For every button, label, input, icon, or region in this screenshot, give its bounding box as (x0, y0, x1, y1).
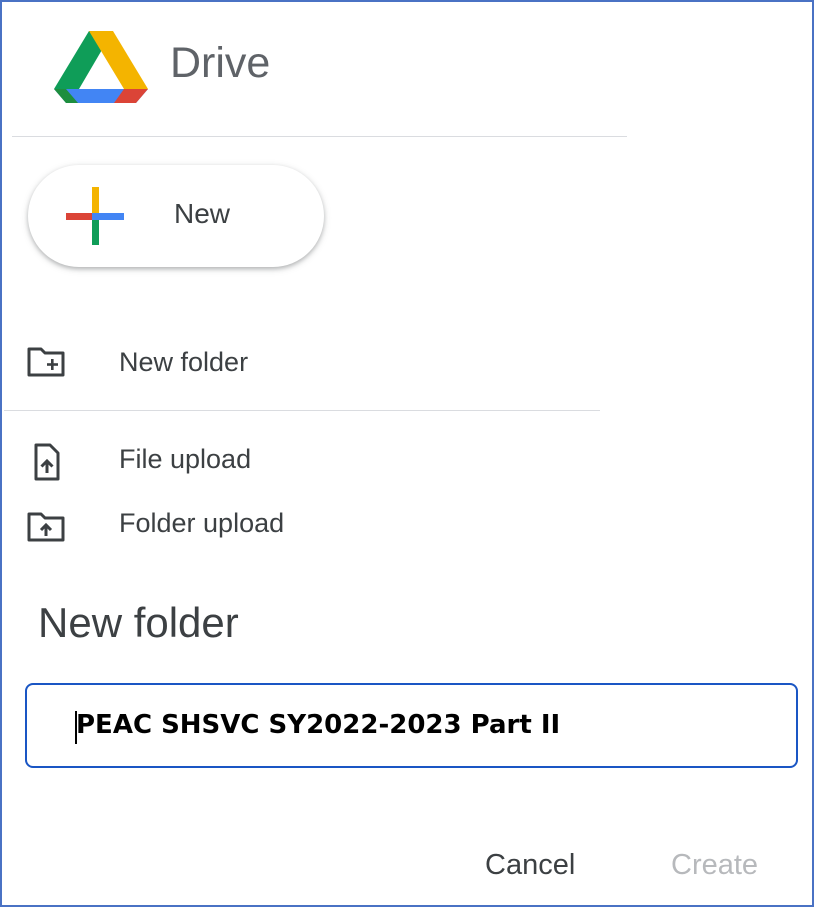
new-button[interactable]: New (28, 165, 324, 267)
folder-plus-icon (27, 347, 65, 377)
cancel-button[interactable]: Cancel (485, 851, 575, 880)
folder-name-value: PEAC SHSVC SY2022-2023 Part II (76, 710, 561, 740)
drive-window: Drive New New folder File upload Folder … (0, 0, 814, 907)
menu-item-label: New folder (119, 347, 249, 377)
menu-divider (4, 410, 600, 411)
plus-icon (66, 187, 124, 245)
menu-item-label: Folder upload (119, 508, 285, 538)
folder-upload-icon (27, 512, 65, 542)
menu-item-new-folder[interactable]: New folder (2, 335, 602, 391)
menu-item-file-upload[interactable]: File upload (2, 434, 602, 490)
header-divider (12, 136, 627, 137)
menu-item-label: File upload (119, 444, 252, 474)
app-title: Drive (170, 39, 271, 87)
folder-name-input[interactable]: PEAC SHSVC SY2022-2023 Part II (25, 683, 798, 768)
file-upload-icon (34, 443, 60, 481)
new-button-label: New (174, 198, 231, 229)
google-drive-logo-icon (54, 31, 148, 103)
dialog-title: New folder (38, 599, 239, 646)
create-button[interactable]: Create (671, 851, 758, 880)
menu-item-folder-upload[interactable]: Folder upload (2, 498, 602, 554)
